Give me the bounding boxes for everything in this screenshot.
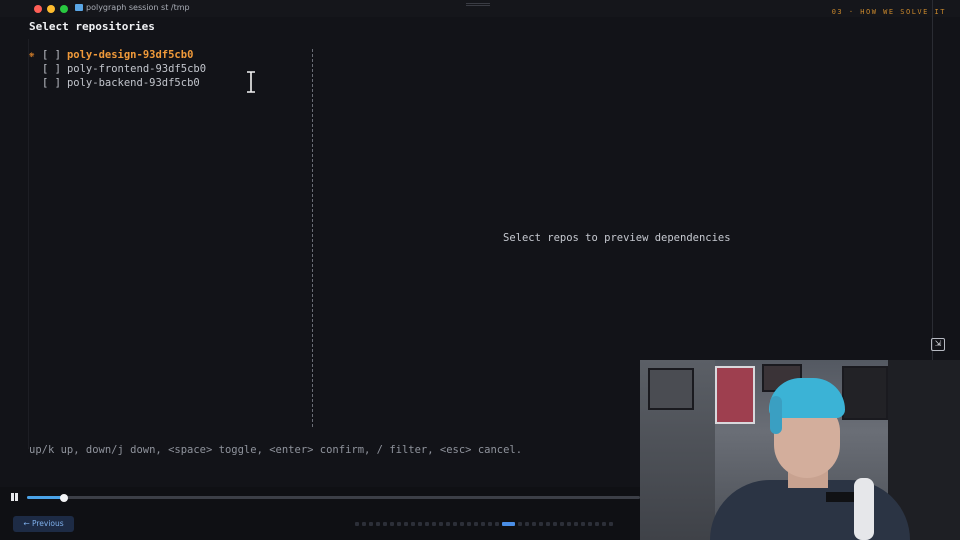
minimize-window-button[interactable] — [47, 5, 55, 13]
slide-dot[interactable] — [539, 522, 543, 526]
slide-dot[interactable] — [574, 522, 578, 526]
repo-checkbox[interactable]: [ ] — [42, 63, 61, 75]
slide-dot[interactable] — [425, 522, 429, 526]
slide-dot[interactable] — [532, 522, 536, 526]
prompt-heading: Select repositories — [29, 20, 155, 33]
close-window-button[interactable] — [34, 5, 42, 13]
slide-dot-current[interactable] — [502, 522, 515, 526]
window-title: polygraph session st /tmp — [75, 3, 190, 12]
player-controls: ← Previous — [0, 487, 640, 540]
slide-dot[interactable] — [553, 522, 557, 526]
slide-dot[interactable] — [546, 522, 550, 526]
slide-dot[interactable] — [404, 522, 408, 526]
slide-dot[interactable] — [411, 522, 415, 526]
dependency-preview-placeholder: Select repos to preview dependencies — [503, 232, 731, 244]
slide-dot[interactable] — [602, 522, 606, 526]
slide-dot[interactable] — [369, 522, 373, 526]
slide-dot[interactable] — [488, 522, 492, 526]
repo-name: poly-design-93df5cb0 — [66, 49, 194, 61]
repo-checkbox[interactable]: [ ] — [42, 49, 61, 61]
text-cursor-icon — [247, 71, 255, 93]
picture-in-picture-exit-icon[interactable]: ⇲ — [931, 338, 945, 351]
repo-name: poly-backend-93df5cb0 — [66, 77, 200, 89]
left-border — [28, 39, 29, 449]
slide-dot[interactable] — [581, 522, 585, 526]
repo-option[interactable]: ❋ [ ] poly-design-93df5cb0 — [29, 48, 206, 62]
maximize-window-button[interactable] — [60, 5, 68, 13]
previous-button[interactable]: ← Previous — [13, 516, 74, 532]
slide-dot[interactable] — [560, 522, 564, 526]
slide-dot[interactable] — [481, 522, 485, 526]
slide-dot[interactable] — [588, 522, 592, 526]
slide-dot[interactable] — [609, 522, 613, 526]
window-title-text: polygraph session st /tmp — [86, 3, 190, 12]
repo-name: poly-frontend-93df5cb0 — [66, 63, 207, 75]
pause-icon[interactable] — [10, 493, 18, 501]
slide-dot[interactable] — [362, 522, 366, 526]
presenter-webcam — [640, 360, 960, 540]
pane-divider — [312, 49, 313, 427]
repo-option[interactable]: [ ] poly-backend-93df5cb0 — [29, 76, 206, 90]
slide-dot[interactable] — [567, 522, 571, 526]
slide-dot[interactable] — [525, 522, 529, 526]
progress-track[interactable] — [27, 493, 640, 502]
progress-fill — [27, 496, 64, 499]
slide-dot[interactable] — [518, 522, 522, 526]
slide-dot[interactable] — [467, 522, 471, 526]
slide-dot[interactable] — [383, 522, 387, 526]
slide-dot[interactable] — [453, 522, 457, 526]
slide-dot[interactable] — [495, 522, 499, 526]
repo-checkbox[interactable]: [ ] — [42, 77, 61, 89]
selection-cursor-icon: ❋ — [29, 50, 35, 60]
slide-dot[interactable] — [439, 522, 443, 526]
repo-option[interactable]: [ ] poly-frontend-93df5cb0 — [29, 62, 206, 76]
slide-dot[interactable] — [418, 522, 422, 526]
keybinding-help: up/k up, down/j down, <space> toggle, <e… — [29, 444, 523, 456]
window-titlebar: polygraph session st /tmp — [0, 0, 960, 17]
folder-icon — [75, 4, 83, 11]
drag-handle[interactable] — [466, 3, 490, 6]
slide-dot[interactable] — [595, 522, 599, 526]
slide-dot[interactable] — [397, 522, 401, 526]
slide-dot[interactable] — [474, 522, 478, 526]
slide-section-tag: 03 · HOW WE SOLVE IT — [831, 8, 946, 16]
slide-dot[interactable] — [432, 522, 436, 526]
slide-dot[interactable] — [446, 522, 450, 526]
repo-list: ❋ [ ] poly-design-93df5cb0 [ ] poly-fron… — [29, 48, 206, 90]
slide-dot[interactable] — [460, 522, 464, 526]
slide-dot[interactable] — [355, 522, 359, 526]
slide-dot[interactable] — [376, 522, 380, 526]
slide-dots — [355, 522, 613, 526]
progress-handle[interactable] — [59, 493, 68, 502]
slide-dot[interactable] — [390, 522, 394, 526]
